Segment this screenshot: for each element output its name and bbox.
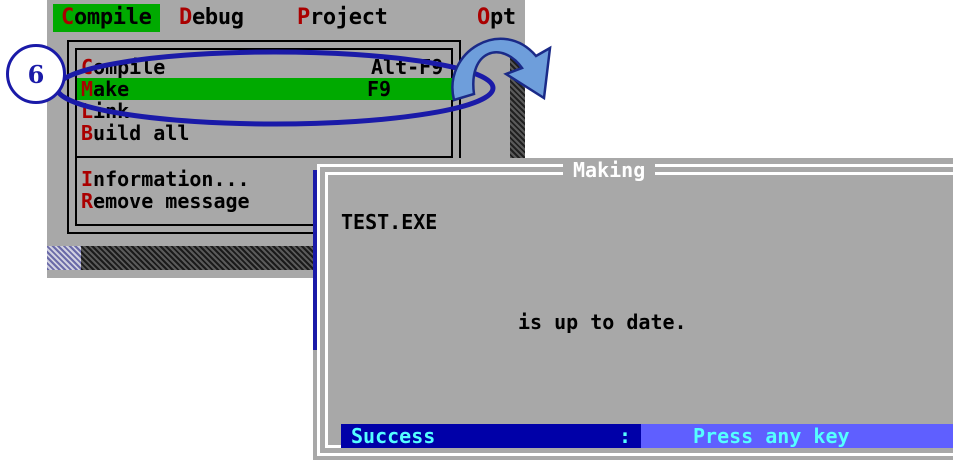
press-any-key-prompt[interactable]: Press any key <box>693 424 850 448</box>
dialog-status-bar: Success : Press any key <box>341 424 953 448</box>
ellipse-outline <box>54 49 496 127</box>
curved-arrow-icon <box>451 37 552 102</box>
arrow-shape <box>451 37 552 102</box>
status-separator: : <box>619 424 632 448</box>
status-result-area: Success : <box>341 424 641 448</box>
status-result: Success <box>351 424 436 448</box>
step-number-badge: 6 <box>6 44 66 104</box>
making-dialog: Making TEST.EXE is up to date. Success :… <box>313 158 953 460</box>
output-filename: TEST.EXE <box>341 210 438 234</box>
status-message: is up to date. <box>518 310 687 334</box>
dialog-title: Making <box>563 158 656 182</box>
